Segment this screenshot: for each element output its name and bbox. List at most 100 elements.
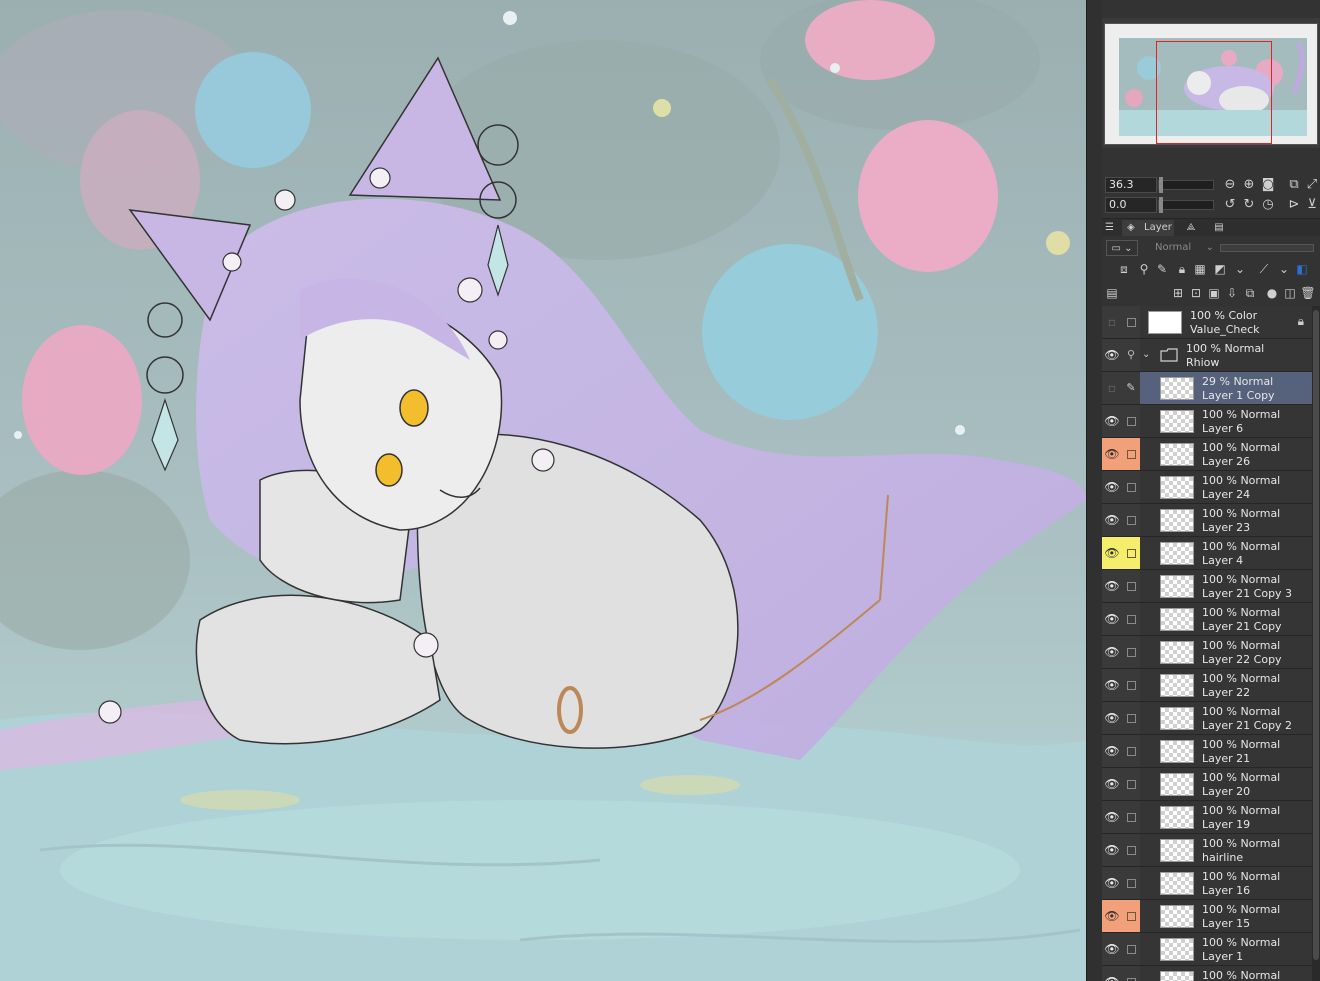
lock-toggle-box[interactable] <box>1122 438 1140 470</box>
layer-row[interactable]: 👁︎ 100 % Normal Layer 6 <box>1102 405 1312 438</box>
lock-toggle-box[interactable] <box>1122 603 1140 635</box>
layer-row[interactable]: 👁︎ 100 % Normal <box>1102 966 1312 981</box>
eye-icon[interactable]: 👁︎ <box>1102 966 1122 981</box>
eye-hidden-icon[interactable]: ▫ <box>1102 372 1122 404</box>
rotate-right-icon[interactable]: ↻ <box>1241 197 1257 213</box>
reference-layer-icon[interactable]: ⚲ <box>1136 261 1152 277</box>
lock-toggle-box[interactable] <box>1122 504 1140 536</box>
layer-row[interactable]: 👁︎ 100 % Normal Layer 21 Copy 3 <box>1102 570 1312 603</box>
ruler-options-icon[interactable]: ⌄ <box>1276 261 1292 277</box>
eye-hidden-icon[interactable]: ▫ <box>1102 306 1122 338</box>
drawing-canvas[interactable] <box>0 0 1086 981</box>
eye-icon[interactable]: 👁︎ <box>1102 405 1122 437</box>
lock-toggle-box[interactable] <box>1122 834 1140 866</box>
eye-icon[interactable]: 👁︎ <box>1102 570 1122 602</box>
rotation-value-field[interactable]: 0.0 <box>1105 197 1157 213</box>
tab-layer-property[interactable]: ⟁ <box>1178 220 1204 236</box>
eye-icon[interactable]: 👁︎ <box>1102 702 1122 734</box>
lock-toggle-box[interactable] <box>1122 768 1140 800</box>
layer-row[interactable]: 👁︎ 100 % Normal Layer 22 Copy <box>1102 636 1312 669</box>
layer-color-select[interactable]: ▭ ⌄ <box>1106 240 1138 256</box>
mask-options-icon[interactable]: ⌄ <box>1232 261 1248 277</box>
rotate-left-icon[interactable]: ↺ <box>1222 197 1238 213</box>
fullscreen-icon[interactable]: ⤢ <box>1304 177 1320 193</box>
new-raster-layer-icon[interactable]: ⊞ <box>1170 285 1186 301</box>
lock-transparency-icon[interactable]: ▦ <box>1192 261 1208 277</box>
lock-toggle-box[interactable] <box>1122 306 1140 338</box>
reset-rotation-icon[interactable]: ◷ <box>1260 197 1276 213</box>
lock-toggle-box[interactable] <box>1122 570 1140 602</box>
rotation-slider[interactable] <box>1158 197 1214 213</box>
mask-enable-icon[interactable]: ◩ <box>1212 261 1228 277</box>
layer-row[interactable]: 👁︎ 100 % Normal Layer 23 <box>1102 504 1312 537</box>
scroll-thumb[interactable] <box>1313 310 1319 960</box>
trash-icon[interactable]: 🗑︎ <box>1300 285 1316 301</box>
eye-icon[interactable]: 👁︎ <box>1102 801 1122 833</box>
lock-layer-icon[interactable]: 🔒︎ <box>1174 261 1190 277</box>
zoom-fit-icon[interactable]: ◙ <box>1260 177 1276 193</box>
layer-row[interactable]: 👁︎ 100 % Normal Layer 24 <box>1102 471 1312 504</box>
eye-icon[interactable]: 👁︎ <box>1102 471 1122 503</box>
layer-row[interactable]: 👁︎ 100 % Normal hairline <box>1102 834 1312 867</box>
panel-splitter[interactable] <box>1086 0 1102 981</box>
merge-down-icon[interactable]: ⧉ <box>1242 285 1258 301</box>
eye-icon[interactable]: 👁︎ <box>1102 834 1122 866</box>
lock-toggle-box[interactable] <box>1122 471 1140 503</box>
layer-row[interactable]: 👁︎ 100 % Normal Layer 15 <box>1102 900 1312 933</box>
eye-icon[interactable]: 👁︎ <box>1102 537 1122 569</box>
eye-icon[interactable]: 👁︎ <box>1102 933 1122 965</box>
flip-vertical-icon[interactable]: ⊻ <box>1304 197 1320 213</box>
draft-layer-icon[interactable]: ✎ <box>1154 261 1170 277</box>
chevron-down-icon[interactable]: ⌄ <box>1142 348 1154 362</box>
apply-mask-icon[interactable]: ◫ <box>1282 285 1298 301</box>
ruler-icon[interactable]: ⟋ <box>1256 261 1272 277</box>
lock-toggle-box[interactable] <box>1122 966 1140 981</box>
navigator-preview[interactable] <box>1104 23 1318 145</box>
layer-row[interactable]: 👁︎ 100 % Normal Layer 4 <box>1102 537 1312 570</box>
layer-row[interactable]: 👁︎ 100 % Normal Layer 26 <box>1102 438 1312 471</box>
layer-row[interactable]: 👁︎ 100 % Normal Layer 19 <box>1102 801 1312 834</box>
zoom-slider[interactable] <box>1158 177 1214 193</box>
layer-mask-icon[interactable]: ● <box>1264 285 1280 301</box>
zoom-out-icon[interactable]: ⊖ <box>1222 177 1238 193</box>
eye-icon[interactable]: 👁︎ <box>1102 504 1122 536</box>
layer-row[interactable]: 👁︎ 100 % Normal Layer 21 Copy 2 <box>1102 702 1312 735</box>
layer-property-icon[interactable]: ▤ <box>1104 285 1120 301</box>
reference-icon[interactable]: ⚲ <box>1122 339 1140 371</box>
lock-toggle-box[interactable] <box>1122 735 1140 767</box>
eye-icon[interactable]: 👁︎ <box>1102 900 1122 932</box>
eye-icon[interactable]: 👁︎ <box>1102 669 1122 701</box>
lock-toggle-box[interactable] <box>1122 933 1140 965</box>
layer-row[interactable]: ▫ ✎ 29 % Normal Layer 1 Copy <box>1102 372 1312 405</box>
lock-toggle-box[interactable] <box>1122 537 1140 569</box>
zoom-value-field[interactable]: 36.3 <box>1105 177 1157 193</box>
layer-row[interactable]: 👁︎ 100 % Normal Layer 16 <box>1102 867 1312 900</box>
layer-row[interactable]: 👁︎ 100 % Normal Layer 21 <box>1102 735 1312 768</box>
layer-row[interactable]: 👁︎ 100 % Normal Layer 20 <box>1102 768 1312 801</box>
layer-row[interactable]: 👁︎ ⚲ ⌄ 100 % Normal Rhiow <box>1102 339 1312 372</box>
lock-toggle-box[interactable] <box>1122 702 1140 734</box>
lock-toggle-box[interactable] <box>1122 669 1140 701</box>
opacity-slider[interactable] <box>1220 244 1314 252</box>
layer-row[interactable]: 👁︎ 100 % Normal Layer 1 <box>1102 933 1312 966</box>
eye-icon[interactable]: 👁︎ <box>1102 867 1122 899</box>
clip-layer-icon[interactable]: ⧈ <box>1116 261 1132 277</box>
lock-toggle-box[interactable] <box>1122 867 1140 899</box>
layer-row[interactable]: 👁︎ 100 % Normal Layer 22 <box>1102 669 1312 702</box>
pen-icon[interactable]: ✎ <box>1122 372 1140 404</box>
eye-icon[interactable]: 👁︎ <box>1102 768 1122 800</box>
blend-mode-select[interactable]: Normal ⌄ <box>1152 241 1216 255</box>
fit-window-icon[interactable]: ⧉ <box>1286 177 1302 193</box>
lock-toggle-box[interactable] <box>1122 636 1140 668</box>
zoom-in-icon[interactable]: ⊕ <box>1241 177 1257 193</box>
layer-row[interactable]: 👁︎ 100 % Normal Layer 21 Copy <box>1102 603 1312 636</box>
new-folder-icon[interactable]: ▣ <box>1206 285 1222 301</box>
eye-icon[interactable]: 👁︎ <box>1102 339 1122 371</box>
tab-layer-search[interactable]: ▤ <box>1206 220 1232 236</box>
layer-color-icon[interactable]: ◧ <box>1294 261 1310 277</box>
panel-menu-icon[interactable]: ☰ <box>1105 220 1119 236</box>
flip-horizontal-icon[interactable]: ⊳ <box>1286 197 1302 213</box>
new-vector-layer-icon[interactable]: ⊡ <box>1188 285 1204 301</box>
eye-icon[interactable]: 👁︎ <box>1102 438 1122 470</box>
navigator-view-rect[interactable] <box>1156 41 1272 144</box>
